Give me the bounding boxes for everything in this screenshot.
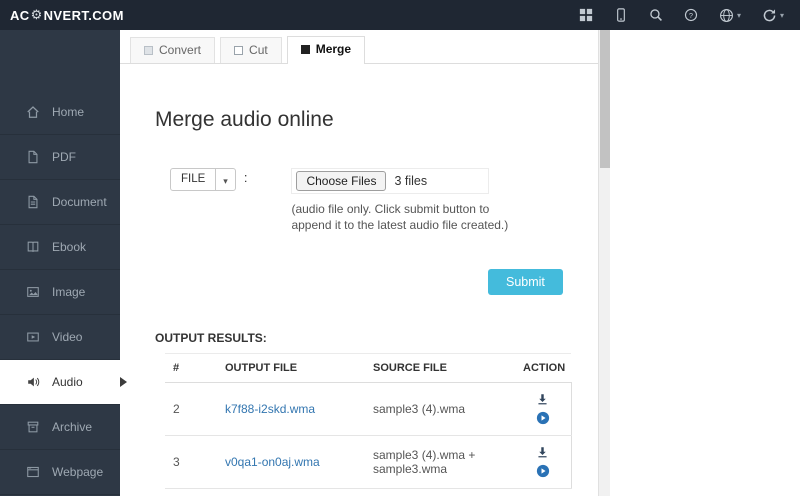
tab-merge[interactable]: Merge: [287, 36, 365, 64]
sidebar-item-label: Audio: [52, 375, 83, 389]
tab-cut[interactable]: Cut: [220, 37, 282, 63]
gear-icon: ⚙: [31, 7, 43, 23]
file-note: (audio file only. Click submit button to…: [291, 201, 509, 233]
convert-tab-icon: [144, 46, 153, 55]
language-menu[interactable]: ▾: [719, 8, 741, 23]
main-content: Convert Cut Merge Merge audio online FIL…: [120, 30, 800, 496]
download-icon[interactable]: [536, 393, 549, 406]
refresh-icon: [762, 8, 777, 23]
sidebar-item-pdf[interactable]: PDF: [0, 135, 120, 180]
table-row: 3 v0qa1-on0aj.wma sample3 (4).wma + samp…: [165, 436, 571, 489]
col-header-source-file: SOURCE FILE: [365, 354, 515, 383]
sidebar-item-label: Webpage: [52, 465, 103, 479]
colon-separator: :: [244, 170, 248, 185]
sidebar-item-home[interactable]: Home: [0, 90, 120, 135]
scrollbar-thumb[interactable]: [600, 30, 610, 168]
sidebar-item-webpage[interactable]: Webpage: [0, 450, 120, 495]
topbar: AC ⚙ NVERT.COM ? ▾ ▾: [0, 0, 800, 30]
cut-tab-icon: [234, 46, 243, 55]
globe-icon: [719, 8, 734, 23]
pdf-file-icon: [26, 150, 40, 164]
sidebar-item-label: Document: [52, 195, 107, 209]
document-file-icon: [26, 195, 40, 209]
output-file-link[interactable]: v0qa1-on0aj.wma: [225, 455, 320, 469]
tab-bar: Convert Cut Merge: [120, 30, 598, 64]
home-icon: [26, 105, 40, 119]
sidebar-item-label: Home: [52, 105, 84, 119]
play-icon[interactable]: [536, 464, 550, 478]
tab-label: Cut: [249, 43, 268, 57]
video-file-icon: [26, 330, 40, 344]
col-header-output-file: OUTPUT FILE: [217, 354, 365, 383]
output-file-link[interactable]: k7f88-i2skd.wma: [225, 402, 315, 416]
caret-down-icon: ▾: [780, 11, 784, 20]
audio-file-icon: [26, 375, 40, 389]
ebook-file-icon: [26, 240, 40, 254]
logo-text-prefix: AC: [10, 8, 30, 23]
sidebar-item-label: Ebook: [52, 240, 86, 254]
mobile-icon[interactable]: [614, 8, 628, 22]
file-type-select[interactable]: FILE ▾: [170, 168, 236, 191]
sidebar-item-label: Image: [52, 285, 85, 299]
table-header-row: # OUTPUT FILE SOURCE FILE ACTION: [165, 354, 571, 383]
page-title: Merge audio online: [155, 108, 598, 132]
play-icon[interactable]: [536, 411, 550, 425]
source-file-text: sample3 (4).wma + sample3.wma: [365, 436, 515, 489]
sidebar-item-image[interactable]: Image: [0, 270, 120, 315]
search-icon[interactable]: [649, 8, 663, 22]
sidebar-item-video[interactable]: Video: [0, 315, 120, 360]
sidebar-item-label: PDF: [52, 150, 76, 164]
sidebar-item-label: Video: [52, 330, 82, 344]
files-count-text: 3 files: [394, 174, 427, 188]
convert-menu[interactable]: ▾: [762, 8, 784, 23]
scrollbar[interactable]: [598, 30, 610, 496]
row-number: 2: [165, 383, 217, 436]
sidebar-item-archive[interactable]: Archive: [0, 405, 120, 450]
col-header-action: ACTION: [515, 354, 571, 383]
output-results-heading: OUTPUT RESULTS:: [155, 331, 598, 345]
merge-tab-icon: [301, 45, 310, 54]
sidebar-item-label: Archive: [52, 420, 92, 434]
file-area: Choose Files 3 files (audio file only. C…: [291, 168, 509, 233]
tab-label: Merge: [316, 42, 351, 56]
choose-files-button[interactable]: Choose Files: [296, 171, 386, 191]
logo[interactable]: AC ⚙ NVERT.COM: [0, 7, 124, 23]
help-icon[interactable]: ?: [684, 8, 698, 22]
file-type-label: FILE: [171, 169, 215, 190]
sidebar-item-document[interactable]: Document: [0, 180, 120, 225]
submit-button[interactable]: Submit: [488, 269, 563, 295]
tab-convert[interactable]: Convert: [130, 37, 215, 63]
apps-icon[interactable]: [579, 8, 593, 22]
file-input[interactable]: Choose Files 3 files: [291, 168, 489, 194]
webpage-icon: [26, 465, 40, 479]
caret-down-icon: ▾: [215, 169, 235, 190]
svg-text:?: ?: [689, 11, 693, 20]
row-number: 3: [165, 436, 217, 489]
table-row: 2 k7f88-i2skd.wma sample3 (4).wma: [165, 383, 571, 436]
sidebar-item-audio[interactable]: Audio: [0, 360, 120, 405]
archive-file-icon: [26, 420, 40, 434]
sidebar-item-ebook[interactable]: Ebook: [0, 225, 120, 270]
topbar-icons: ? ▾ ▾: [579, 8, 800, 23]
logo-text-suffix: NVERT.COM: [44, 8, 124, 23]
sidebar: Home PDF Document Ebook Image Video Au: [0, 30, 120, 496]
output-results-table: # OUTPUT FILE SOURCE FILE ACTION 2 k7f88…: [165, 353, 572, 489]
tab-label: Convert: [159, 43, 201, 57]
merge-form: FILE ▾ : Choose Files 3 files (audio fil…: [170, 168, 598, 233]
download-icon[interactable]: [536, 446, 549, 459]
image-file-icon: [26, 285, 40, 299]
col-header-num: #: [165, 354, 217, 383]
source-file-text: sample3 (4).wma: [365, 383, 515, 436]
caret-down-icon: ▾: [737, 11, 741, 20]
